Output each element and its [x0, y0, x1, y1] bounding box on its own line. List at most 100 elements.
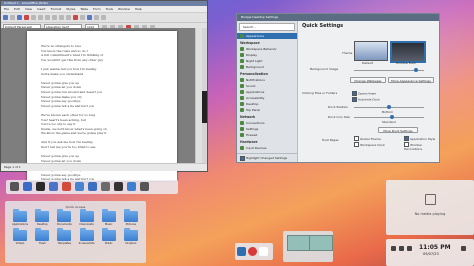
option-checkbox[interactable] [404, 136, 409, 141]
quick-access-documents[interactable]: Documents [53, 209, 75, 226]
quick-access-dropbox[interactable]: Dropbox [120, 228, 142, 245]
volume-icon[interactable] [399, 246, 404, 251]
quick-access-downloads[interactable]: Downloads [75, 209, 97, 226]
folder-label: Music [105, 223, 113, 226]
background-slider[interactable] [354, 68, 424, 72]
image-icon[interactable] [87, 15, 92, 20]
menu-window[interactable]: Window [118, 7, 130, 11]
more-dock-button[interactable]: More Dock Settings [378, 127, 418, 133]
workspace-1[interactable] [287, 235, 311, 251]
quick-access-applications[interactable]: Applications [9, 209, 31, 226]
copy-icon[interactable] [45, 15, 50, 20]
folder-label: Downloads [79, 223, 94, 226]
quick-access-screenshots[interactable]: Screenshots [75, 228, 97, 245]
menu-format[interactable]: Format [51, 7, 62, 11]
opens-radio[interactable] [352, 91, 357, 96]
document-text[interactable]: We're no strangers to love You know the r… [41, 44, 161, 182]
paste-icon[interactable] [52, 15, 57, 20]
highlight-changed-toggle[interactable]: Highlight Changed Settings [237, 153, 297, 162]
quick-access-templates[interactable]: Templates [53, 228, 75, 245]
menu-styles[interactable]: Styles [66, 7, 75, 11]
undo-icon[interactable] [59, 15, 64, 20]
sidebar-item-input-devices[interactable]: Input Devices [237, 145, 297, 151]
option-checkbox[interactable] [354, 136, 359, 141]
scrollbar-thumb[interactable] [202, 91, 207, 123]
menu-table[interactable]: Table [80, 7, 88, 11]
dock-app-icon[interactable] [49, 182, 58, 191]
option-window-decorations[interactable]: Window Decorations [404, 142, 439, 151]
print-icon[interactable] [31, 15, 36, 20]
cut-icon[interactable] [38, 15, 43, 20]
option-workspace-dock[interactable]: Workspace Dock [354, 142, 385, 147]
dock-position-slider[interactable] [354, 105, 424, 109]
dock-position-label: Dock Position [328, 105, 349, 109]
menu-form[interactable]: Form [93, 7, 101, 11]
settings-window[interactable]: Budgie Desktop Settings Search... Appear… [236, 13, 440, 163]
dock-app-icon[interactable] [62, 182, 71, 191]
dock-app-icon[interactable] [127, 182, 136, 191]
network-icon[interactable] [391, 246, 396, 251]
quick-access-trash[interactable]: Trash [31, 228, 53, 245]
quick-access-pictures[interactable]: Pictures [120, 209, 142, 226]
workspace-switcher[interactable] [283, 231, 333, 262]
dock-app-icon[interactable] [36, 182, 45, 191]
blank-window-icon[interactable] [259, 247, 268, 256]
option-checkbox[interactable] [354, 142, 359, 147]
special-char-icon[interactable] [101, 15, 106, 20]
sidebar-deck[interactable] [195, 28, 202, 164]
option-global-theme[interactable]: Global Theme [354, 136, 381, 141]
option-application-style[interactable]: Application Style [404, 136, 435, 141]
sidebar-item-firewall[interactable]: Firewall [237, 132, 297, 138]
menu-edit[interactable]: Edit [14, 7, 20, 11]
quick-access-public[interactable]: Public [98, 228, 120, 245]
change-wallpaper-button[interactable]: Change Wallpaper [350, 77, 386, 83]
dock-app-icon[interactable] [101, 182, 110, 191]
sidebar-item-appearance[interactable]: Appearance [237, 33, 297, 39]
theme-default-preview[interactable] [354, 41, 388, 61]
quick-access-music[interactable]: Music [98, 209, 120, 226]
menu-help[interactable]: Help [135, 7, 142, 11]
theme-dark-preview[interactable] [390, 41, 426, 63]
menu-insert[interactable]: Insert [37, 7, 46, 11]
battery-icon[interactable] [407, 246, 412, 251]
dock-app-icon[interactable] [23, 182, 32, 191]
sidebar-item-top-panel[interactable]: Top Panel [237, 107, 297, 113]
highlight-checkbox[interactable] [240, 155, 245, 161]
autohide-checkbox[interactable] [352, 97, 357, 102]
dock-app-icon[interactable] [75, 182, 84, 191]
vertical-scrollbar[interactable] [202, 28, 207, 164]
dock-app-icon[interactable] [10, 182, 19, 191]
menu-tools[interactable]: Tools [106, 7, 113, 11]
document-canvas[interactable]: We're no strangers to love You know the r… [1, 28, 202, 181]
dock-icon-label: Dock Icon Size [328, 115, 350, 119]
calendar-icon[interactable] [461, 246, 466, 251]
record-icon[interactable] [248, 247, 257, 256]
spelling-icon[interactable] [73, 15, 78, 20]
clicking-opens[interactable]: Opens them [352, 91, 376, 96]
save-icon[interactable] [17, 15, 22, 20]
more-appearance-button[interactable]: More Appearance Settings [388, 77, 434, 83]
new-icon[interactable] [3, 15, 8, 20]
document-page[interactable]: We're no strangers to love You know the r… [27, 31, 177, 181]
files-icon[interactable] [237, 247, 246, 256]
autohide-row[interactable]: Autohide Dock [352, 97, 380, 102]
open-icon[interactable] [10, 15, 15, 20]
export-pdf-icon[interactable] [24, 15, 29, 20]
quick-access-videos[interactable]: Videos [9, 228, 31, 245]
sidebar-item-label: Appearance [246, 34, 265, 38]
quick-access-desktop[interactable]: Desktop [31, 209, 53, 226]
menu-file[interactable]: File [4, 7, 9, 11]
clock-panel[interactable]: 11:05 PM 09/07/23 [386, 239, 474, 266]
dock-icon-slider[interactable] [354, 115, 424, 119]
redo-icon[interactable] [66, 15, 71, 20]
sidebar-item-background[interactable]: Background [237, 64, 297, 70]
dock-app-icon[interactable] [114, 182, 123, 191]
writer-window[interactable]: Untitled 1 - LibreOffice Writer File Edit… [0, 0, 208, 181]
menu-view[interactable]: View [25, 7, 32, 11]
table-icon[interactable] [80, 15, 85, 20]
dock-app-icon[interactable] [88, 182, 97, 191]
settings-search-input[interactable]: Search... [239, 23, 295, 31]
chart-icon[interactable] [94, 15, 99, 20]
dock-app-icon[interactable] [140, 182, 149, 191]
workspace-2[interactable] [309, 235, 333, 251]
